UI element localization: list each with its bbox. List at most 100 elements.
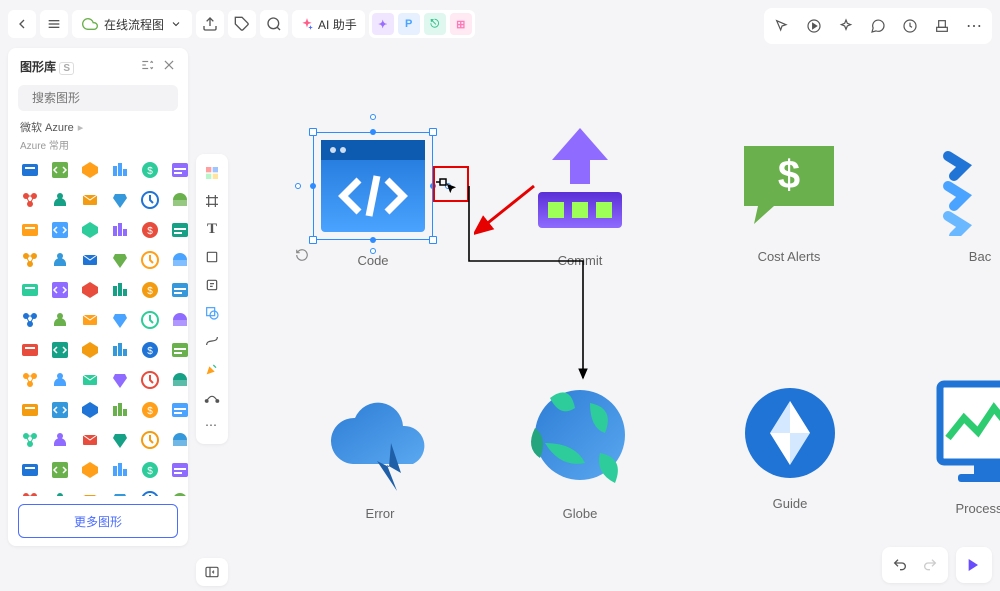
ai-assistant-button[interactable]: AI 助手 xyxy=(292,10,365,38)
shape-item[interactable] xyxy=(108,338,132,362)
shape-item[interactable] xyxy=(18,428,42,452)
more-top-icon[interactable]: ⋯ xyxy=(960,12,988,40)
present-button[interactable] xyxy=(960,551,988,579)
shape-item[interactable] xyxy=(48,458,72,482)
shape-item[interactable] xyxy=(48,278,72,302)
shape-item[interactable] xyxy=(168,488,188,496)
sparkle-icon[interactable] xyxy=(832,12,860,40)
shape-item[interactable] xyxy=(48,248,72,272)
shape-item[interactable] xyxy=(168,188,188,212)
shape-item[interactable] xyxy=(18,488,42,496)
shape-item[interactable]: $ xyxy=(138,278,162,302)
panel-close-icon[interactable] xyxy=(162,58,176,75)
shape-item[interactable] xyxy=(18,338,42,362)
shape-item[interactable] xyxy=(108,248,132,272)
shape-item[interactable] xyxy=(168,218,188,242)
shape-item[interactable] xyxy=(108,278,132,302)
shape-item[interactable] xyxy=(138,428,162,452)
shape-item[interactable] xyxy=(48,308,72,332)
shape-item[interactable] xyxy=(48,398,72,422)
shape-item[interactable]: $ xyxy=(138,458,162,482)
node-process[interactable]: Process xyxy=(934,378,1000,516)
text-tool[interactable]: T xyxy=(199,216,225,242)
node-globe[interactable]: Globe xyxy=(520,373,640,521)
shape-item[interactable] xyxy=(18,158,42,182)
menu-button[interactable] xyxy=(40,10,68,38)
shape-item[interactable] xyxy=(108,488,132,496)
pill-2[interactable]: ⎋ xyxy=(424,13,446,35)
shape-item[interactable] xyxy=(18,188,42,212)
shape-item[interactable] xyxy=(78,428,102,452)
library-category[interactable]: 微软 Azure ▸ xyxy=(8,119,188,137)
collapse-panel-button[interactable] xyxy=(196,558,228,586)
shape-item[interactable] xyxy=(78,398,102,422)
comment-icon[interactable] xyxy=(864,12,892,40)
shape-search-input[interactable] xyxy=(32,91,187,105)
color-palette-tool[interactable] xyxy=(199,160,225,186)
shape-item[interactable] xyxy=(108,188,132,212)
shape-item[interactable] xyxy=(48,338,72,362)
node-cost-alerts[interactable]: $ Cost Alerts xyxy=(734,136,844,264)
shape-item[interactable] xyxy=(78,248,102,272)
node-error[interactable]: Error xyxy=(325,383,435,521)
shape-item[interactable] xyxy=(108,158,132,182)
shape-item[interactable] xyxy=(78,218,102,242)
node-back[interactable]: Bac xyxy=(940,136,1000,264)
export-button[interactable] xyxy=(196,10,224,38)
shape-item[interactable] xyxy=(78,368,102,392)
shape-item[interactable] xyxy=(78,488,102,496)
shape-search[interactable] xyxy=(18,85,178,111)
shape-item[interactable] xyxy=(138,368,162,392)
search-top-button[interactable] xyxy=(260,10,288,38)
shape-item[interactable] xyxy=(168,428,188,452)
tag-button[interactable] xyxy=(228,10,256,38)
file-name-dropdown[interactable]: 在线流程图 xyxy=(72,10,192,38)
shape-item[interactable] xyxy=(18,278,42,302)
shape-item[interactable] xyxy=(78,158,102,182)
shape-item[interactable] xyxy=(18,308,42,332)
more-shapes-button[interactable]: 更多图形 xyxy=(18,504,178,538)
node-commit[interactable]: Commit xyxy=(520,124,640,268)
sel-port-top[interactable] xyxy=(370,114,376,120)
redo-button[interactable] xyxy=(916,551,944,579)
layers-icon[interactable] xyxy=(928,12,956,40)
pill-3[interactable]: ⊞ xyxy=(450,13,472,35)
shape-item[interactable] xyxy=(168,248,188,272)
sel-port-left[interactable] xyxy=(295,183,301,189)
pill-0[interactable]: ✦ xyxy=(372,13,394,35)
shape-item[interactable] xyxy=(78,458,102,482)
undo-button[interactable] xyxy=(886,551,914,579)
shape-item[interactable] xyxy=(138,488,162,496)
more-tools[interactable]: ⋯ xyxy=(199,412,225,438)
shape-item[interactable] xyxy=(168,308,188,332)
shape-item[interactable] xyxy=(18,218,42,242)
shape-item[interactable] xyxy=(48,488,72,496)
shape-item[interactable] xyxy=(108,428,132,452)
shape-item[interactable] xyxy=(48,158,72,182)
shape-item[interactable] xyxy=(138,308,162,332)
back-button[interactable] xyxy=(8,10,36,38)
bezier-tool[interactable] xyxy=(199,384,225,410)
pen-tool[interactable] xyxy=(199,356,225,382)
shape-item[interactable] xyxy=(138,248,162,272)
shape-item[interactable] xyxy=(138,188,162,212)
shape-item[interactable]: $ xyxy=(138,398,162,422)
pill-1[interactable]: P xyxy=(398,13,420,35)
shape-item[interactable] xyxy=(78,188,102,212)
frame-tool[interactable] xyxy=(199,188,225,214)
shape-item[interactable] xyxy=(108,458,132,482)
shape-item[interactable] xyxy=(78,338,102,362)
shape-item[interactable] xyxy=(48,428,72,452)
shape-item[interactable] xyxy=(168,338,188,362)
shape-item[interactable] xyxy=(48,218,72,242)
shape-item[interactable]: $ xyxy=(138,338,162,362)
shape-item[interactable] xyxy=(18,458,42,482)
shape-item[interactable] xyxy=(48,188,72,212)
shape-item[interactable] xyxy=(18,248,42,272)
shape-item[interactable] xyxy=(108,398,132,422)
shape-item[interactable]: $ xyxy=(138,218,162,242)
history-icon[interactable] xyxy=(896,12,924,40)
shape-item[interactable] xyxy=(168,158,188,182)
shape-item[interactable] xyxy=(108,368,132,392)
shape-item[interactable]: $ xyxy=(138,158,162,182)
